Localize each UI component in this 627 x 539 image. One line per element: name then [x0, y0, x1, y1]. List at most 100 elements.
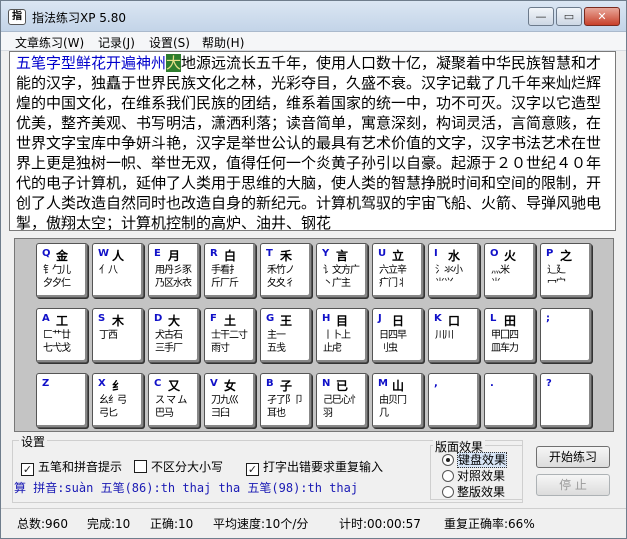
key-root-line: 辶廴 — [547, 265, 566, 276]
key-U[interactable]: U 立六立辛 疒门丬 — [372, 243, 424, 298]
radio-dot[interactable] — [442, 454, 454, 466]
checkbox-box[interactable]: ✓ — [21, 463, 34, 476]
key-O[interactable]: O 火灬米⺌ — [484, 243, 536, 298]
key-;[interactable]: ; — [540, 308, 592, 363]
key-F[interactable]: F 土士干二寸 雨寸 — [204, 308, 256, 363]
key-G[interactable]: G 王主一 五戋 — [260, 308, 312, 363]
key-letter: W — [98, 248, 110, 259]
key-root-line: 日四早 — [379, 330, 407, 341]
key-P[interactable]: P 之辶廴 冖宀 — [540, 243, 592, 298]
menu-records[interactable]: 记录(J) — [98, 34, 135, 51]
key-E[interactable]: E 月用丹彡豕 乃区水衣 — [148, 243, 200, 298]
key-main-root: 目 — [336, 314, 349, 328]
key-?[interactable]: ? — [540, 373, 592, 428]
key-main-root: 禾 — [280, 249, 293, 263]
key-root-line: 冖宀 — [547, 278, 566, 289]
key-root-line: 皿车力 — [491, 343, 519, 354]
key-W[interactable]: W 人亻八 — [92, 243, 144, 298]
key-A[interactable]: A 工匚艹廿 七弋戈 — [36, 308, 88, 363]
radio-label: 键盘效果 — [457, 452, 508, 468]
key-Z[interactable]: Z — [36, 373, 88, 428]
key-H[interactable]: H 目丨卜上 止虍 — [316, 308, 368, 363]
key-letter: T — [266, 248, 273, 259]
maximize-button[interactable]: ▭ — [556, 7, 582, 26]
key-R[interactable]: R 白手看扌 斤厂斤 — [204, 243, 256, 298]
radio-fullpage-effect[interactable]: 整版效果 — [442, 483, 505, 500]
key-L[interactable]: L 田甲囗四 皿车力 — [484, 308, 536, 363]
checkbox-ignore-case[interactable]: 不区分大小写 — [134, 458, 223, 475]
key-root-line: ⺌⺍ — [435, 278, 454, 289]
practice-text-area[interactable]: 五笔字型鲜花开遍神州大地源远流长五千年，使用人口数十亿，凝聚着中华民族智慧和才能… — [9, 51, 616, 231]
key-K[interactable]: K 口川川 — [428, 308, 480, 363]
title-bar[interactable]: 指 指法练习XP 5.80 — ▭ ✕ — [1, 1, 626, 32]
app-window: 指 指法练习XP 5.80 — ▭ ✕ 文章练习(W) 记录(J) 设置(S) … — [0, 0, 627, 539]
key-root-line: 手看扌 — [211, 265, 239, 276]
keyboard-panel: Q 金钅勹儿 夕夕仁 W 人亻八 E 月用丹彡豕 乃区水衣 R 白手看扌 斤厂斤 T 禾禾竹ノ 夂夊彳 Y 言… — [14, 238, 614, 432]
key-S[interactable]: S 木丁西 — [92, 308, 144, 363]
key-V[interactable]: V 女刀九巛 彐臼 — [204, 373, 256, 428]
key-letter: Z — [42, 378, 50, 389]
key-letter: A — [42, 313, 50, 324]
status-done: 完成:10 — [87, 517, 131, 531]
key-letter: H — [322, 313, 331, 324]
key-X[interactable]: X 纟幺纟弓 弓匕 — [92, 373, 144, 428]
key-root-line: 己巳心忄 — [323, 395, 360, 406]
key-main-root: 土 — [224, 314, 237, 328]
checkbox-wubi-pinyin-hint[interactable]: ✓ 五笔和拼音提示 — [21, 458, 122, 476]
menu-help[interactable]: 帮助(H) — [202, 34, 244, 51]
key-root-line: 讠文方广 — [323, 265, 360, 276]
key-I[interactable]: I 水氵氺小 ⺌⺍ — [428, 243, 480, 298]
menu-article-practice[interactable]: 文章练习(W) — [15, 34, 84, 51]
key-main-root: 水 — [448, 249, 461, 263]
key-root-line: 川川 — [435, 330, 454, 341]
key-main-root: 田 — [504, 314, 517, 328]
key-J[interactable]: J 日日四早 刂虫 — [372, 308, 424, 363]
key-root-line: 钅勹儿 — [43, 265, 71, 276]
key-,[interactable]: , — [428, 373, 480, 428]
key-letter: ? — [546, 378, 552, 389]
radio-dot[interactable] — [442, 470, 454, 482]
key-root-line: 几 — [379, 408, 389, 419]
radio-keyboard-effect[interactable]: 键盘效果 — [442, 451, 508, 468]
key-N[interactable]: N 已己巳心忄羽 — [316, 373, 368, 428]
close-button[interactable]: ✕ — [584, 7, 620, 26]
key-D[interactable]: D 大犬古石 三手厂 — [148, 308, 200, 363]
key-.[interactable]: . — [484, 373, 536, 428]
checkbox-retype-on-error[interactable]: ✓ 打字出错要求重复输入 — [246, 458, 383, 476]
key-main-root: 言 — [336, 249, 349, 263]
checkbox-label: 打字出错要求重复输入 — [263, 460, 384, 474]
key-main-root: 立 — [392, 249, 405, 263]
checkbox-label: 不区分大小写 — [151, 460, 224, 474]
key-Y[interactable]: Y 言讠文方广 丶广主 — [316, 243, 368, 298]
stop-button[interactable]: 停 止 — [536, 474, 610, 496]
status-retype-rate: 重复正确率:66% — [444, 517, 535, 531]
window-title: 指法练习XP 5.80 — [32, 11, 126, 25]
key-root-line: 灬米 — [491, 265, 510, 276]
key-letter: Q — [42, 248, 51, 259]
key-main-root: 已 — [336, 379, 349, 393]
key-letter: U — [378, 248, 387, 259]
checkbox-box[interactable] — [134, 460, 147, 473]
key-root-line: 孑了阝卩 — [267, 395, 304, 406]
key-C[interactable]: C又ス マ ム巴马 — [148, 373, 200, 428]
key-root-line: 乃区水衣 — [155, 278, 192, 289]
key-main-root: 又 — [168, 379, 181, 393]
app-icon[interactable]: 指 — [8, 9, 26, 25]
key-letter: P — [546, 248, 554, 259]
key-letter: . — [490, 378, 494, 389]
key-Q[interactable]: Q 金钅勹儿 夕夕仁 — [36, 243, 88, 298]
checkbox-box[interactable]: ✓ — [246, 463, 259, 476]
key-main-root: 纟 — [112, 379, 125, 393]
key-T[interactable]: T 禾禾竹ノ 夂夊彳 — [260, 243, 312, 298]
minimize-button[interactable]: — — [528, 7, 554, 26]
key-M[interactable]: M 山由贝冂几 — [372, 373, 424, 428]
key-root-line: 士干二寸 — [211, 330, 248, 341]
radio-compare-effect[interactable]: 对照效果 — [442, 467, 505, 484]
menu-settings[interactable]: 设置(S) — [149, 34, 190, 51]
radio-dot[interactable] — [442, 486, 454, 498]
key-root-line: 丨卜上 — [323, 330, 351, 341]
start-practice-button[interactable]: 开始练习 — [536, 446, 610, 468]
key-B[interactable]: B 子孑了阝卩 耳也 — [260, 373, 312, 428]
key-main-root: 山 — [392, 379, 405, 393]
key-root-line: 三手厂 — [155, 343, 183, 354]
